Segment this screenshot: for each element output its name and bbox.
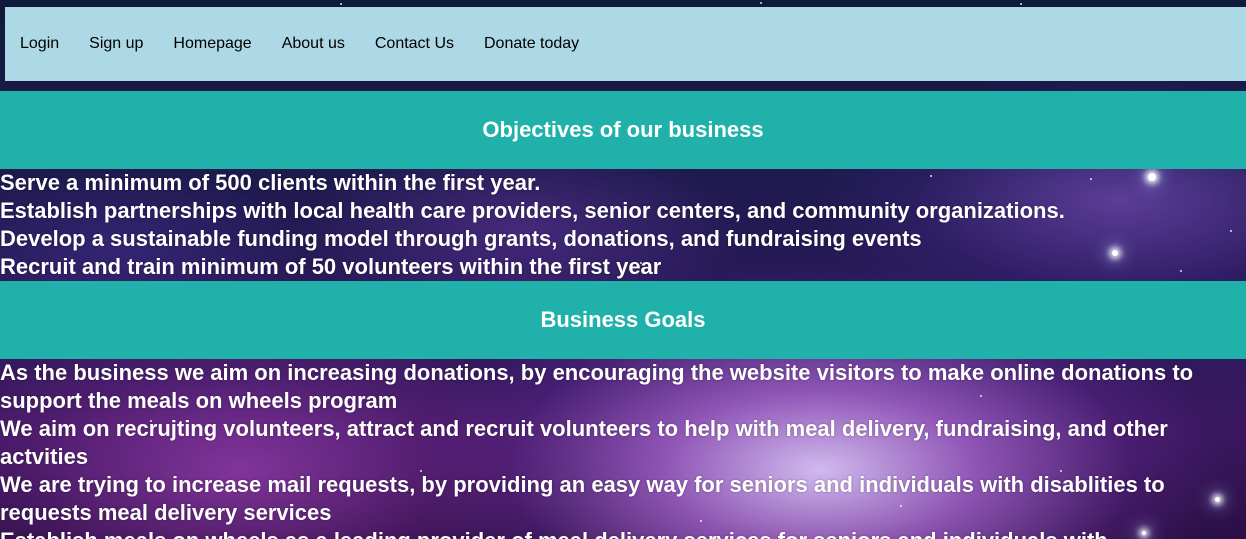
nav-about-link[interactable]: About us	[282, 35, 345, 53]
nav-contact-link[interactable]: Contact Us	[375, 35, 454, 53]
list-item: Serve a minimum of 500 clients within th…	[0, 170, 541, 195]
top-navigation: Login Sign up Homepage About us Contact …	[5, 7, 1246, 81]
nav-login-link[interactable]: Login	[20, 35, 59, 53]
list-item: Establish meals on wheels as a leading p…	[0, 527, 1246, 539]
goals-list: As the business we aim on increasing don…	[0, 359, 1246, 539]
list-item: Recruit and train minimum of 50 voluntee…	[0, 254, 662, 279]
list-item: Develop a sustainable funding model thro…	[0, 226, 922, 251]
star-decoration	[340, 3, 342, 5]
nav-homepage-link[interactable]: Homepage	[173, 35, 251, 53]
list-item: We aim on recrujting volunteers, attract…	[0, 416, 1168, 469]
goals-heading-band: Business Goals	[0, 281, 1246, 359]
list-item: Establish partnerships with local health…	[0, 198, 1065, 223]
star-decoration	[1020, 3, 1022, 5]
list-item: We are trying to increase mail requests,…	[0, 472, 1165, 525]
list-item: As the business we aim on increasing don…	[0, 360, 1194, 413]
goals-heading: Business Goals	[540, 307, 706, 332]
star-decoration	[760, 2, 762, 4]
objectives-list: Serve a minimum of 500 clients within th…	[0, 169, 1246, 281]
nav-donate-link[interactable]: Donate today	[484, 35, 579, 53]
nav-signup-link[interactable]: Sign up	[89, 35, 143, 53]
objectives-heading-band: Objectives of our business	[0, 91, 1246, 169]
objectives-heading: Objectives of our business	[482, 117, 764, 142]
